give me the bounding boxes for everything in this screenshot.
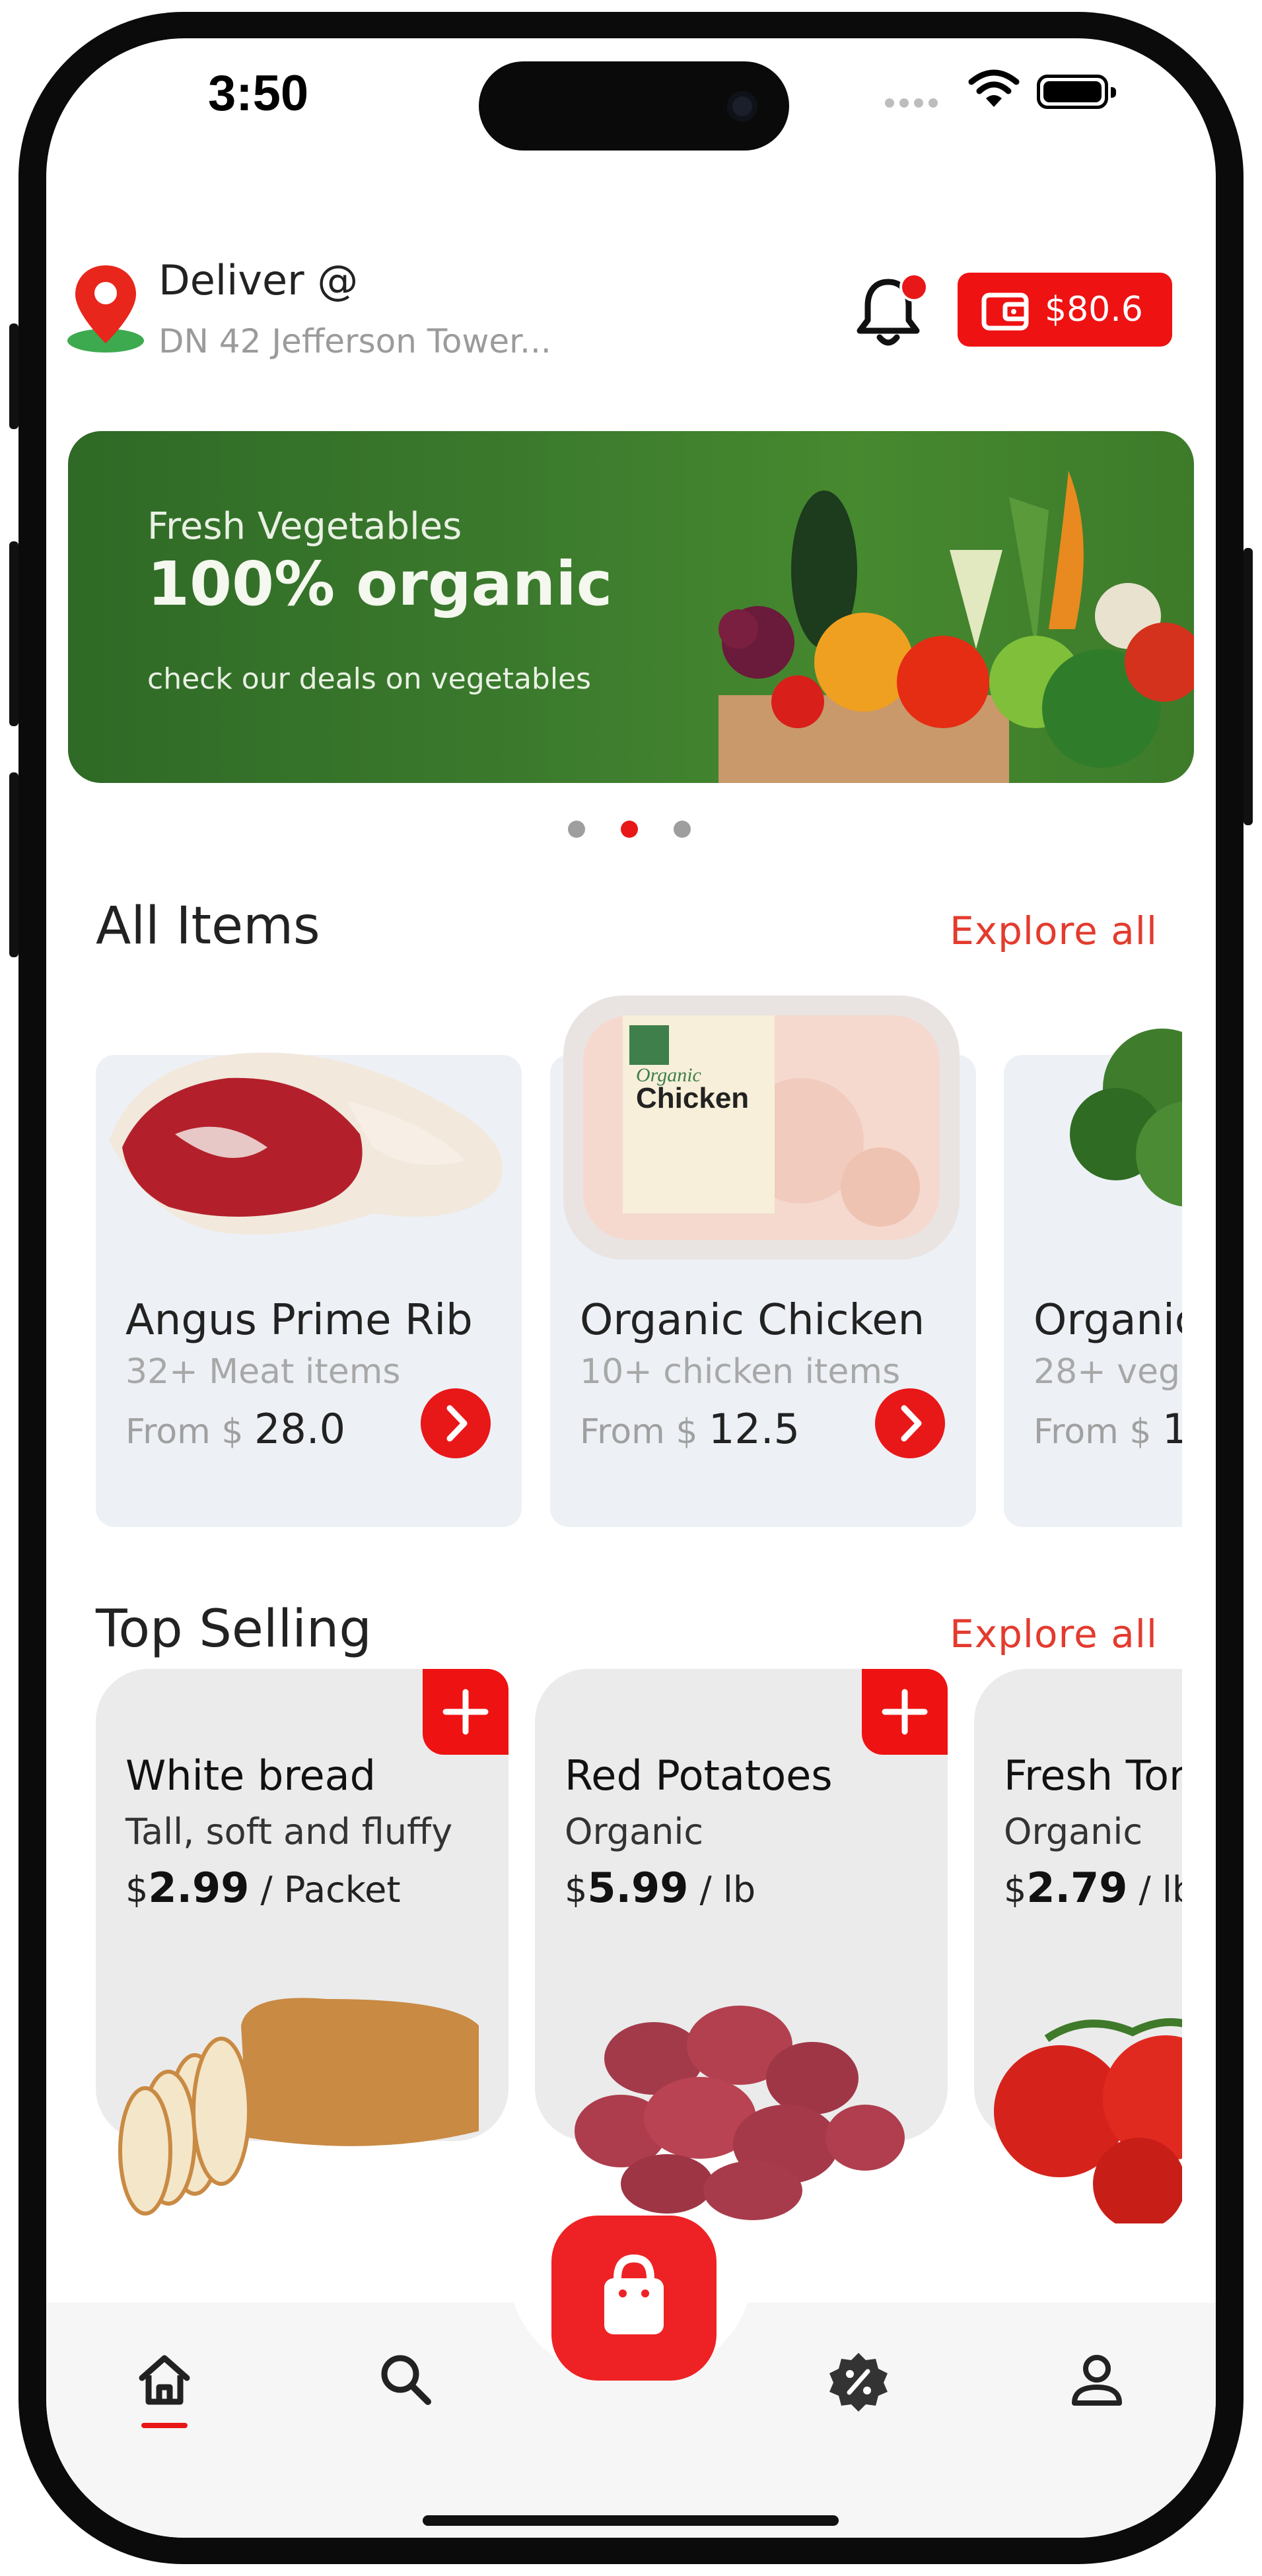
- add-to-cart-button[interactable]: [423, 1669, 508, 1755]
- banner-title: 100% organic: [147, 549, 613, 619]
- power-button: [1244, 548, 1253, 825]
- wifi-icon: [968, 69, 1020, 107]
- category-price: From $ 12.5: [580, 1405, 800, 1453]
- chevron-right-icon: [901, 1405, 922, 1442]
- category-card-clip: Organic 28+ vege From $ 1.5: [1004, 976, 1182, 1570]
- deliver-label: Deliver @: [158, 256, 359, 304]
- page-dot-active[interactable]: [621, 821, 638, 838]
- home-icon[interactable]: [134, 2349, 195, 2410]
- category-count: 10+ chicken items: [580, 1352, 901, 1392]
- location-pin-icon: [67, 265, 144, 353]
- all-items-explore-link[interactable]: Explore all: [950, 908, 1158, 953]
- top-selling-explore-link[interactable]: Explore all: [950, 1611, 1158, 1656]
- product-description: Organic: [1004, 1811, 1143, 1852]
- camera-icon: [727, 91, 757, 121]
- product-name: Red Potatoes: [565, 1751, 833, 1800]
- product-description: Tall, soft and fluffy: [125, 1811, 453, 1852]
- cart-bag-icon: [604, 2254, 664, 2334]
- white-bread-image: [118, 1998, 479, 2216]
- category-card[interactable]: Organic 28+ vege From $ 1.5: [1004, 1029, 1182, 1527]
- all-items-title: All Items: [96, 897, 320, 956]
- wallet-icon: [981, 292, 1029, 331]
- category-name: Organic: [1034, 1296, 1182, 1345]
- tomatoes-image: [994, 2018, 1182, 2223]
- page-dot[interactable]: [674, 821, 691, 838]
- category-arrow-button[interactable]: [875, 1388, 945, 1458]
- product-name: Fresh Tor: [1004, 1751, 1182, 1800]
- side-button: [9, 323, 18, 429]
- product-price: $2.79 / lb: [1004, 1864, 1182, 1912]
- wallet-button[interactable]: $80.6: [958, 273, 1172, 347]
- search-icon[interactable]: [375, 2349, 436, 2410]
- category-price: From $ 28.0: [125, 1405, 346, 1453]
- product-price: $2.99 / Packet: [125, 1864, 401, 1912]
- product-description: Organic: [565, 1811, 704, 1852]
- banner-pagination[interactable]: [568, 821, 726, 840]
- category-name: Organic Chicken: [580, 1296, 925, 1345]
- status-time: 3:50: [208, 65, 309, 121]
- add-to-cart-button[interactable]: [862, 1669, 948, 1755]
- category-count: 28+ vege: [1034, 1352, 1182, 1392]
- product-card[interactable]: White bread Tall, soft and fluffy $2.99 …: [96, 1669, 508, 2216]
- banner-subtitle: Fresh Vegetables: [147, 505, 462, 548]
- cellular-icon: [885, 98, 943, 110]
- product-price: $5.99 / lb: [565, 1864, 756, 1912]
- cart-fab-button[interactable]: [551, 2216, 717, 2381]
- plus-icon: [442, 1689, 489, 1735]
- notification-badge: [899, 273, 929, 302]
- product-card[interactable]: Red Potatoes Organic $5.99 / lb: [535, 1669, 948, 2220]
- product-card-clip: Fresh Tor Organic $2.79 / lb: [974, 1669, 1182, 2250]
- active-tab-indicator: [141, 2423, 188, 2428]
- product-name: White bread: [125, 1751, 376, 1800]
- product-card[interactable]: Fresh Tor Organic $2.79 / lb: [974, 1669, 1182, 2223]
- dynamic-island: [479, 61, 789, 151]
- red-potatoes-image: [575, 2006, 905, 2220]
- banner-description: check our deals on vegetables: [147, 662, 592, 696]
- svg-text:Organic: Organic: [636, 1064, 701, 1086]
- category-name: Angus Prime Rib: [125, 1296, 473, 1345]
- profile-icon[interactable]: [1067, 2349, 1127, 2410]
- vegetables-image: [719, 471, 1194, 783]
- volume-up-button: [9, 541, 18, 726]
- chicken-pack-image: Chicken Organic: [563, 996, 960, 1260]
- category-card[interactable]: Chicken Organic Organic Chicken 10+ chic…: [550, 996, 976, 1527]
- category-count: 32+ Meat items: [125, 1352, 401, 1392]
- home-indicator[interactable]: [423, 2515, 839, 2526]
- svg-text:Chicken: Chicken: [636, 1082, 749, 1114]
- prime-rib-image: [109, 1052, 503, 1235]
- promo-banner[interactable]: Fresh Vegetables 100% organic check our …: [68, 431, 1194, 783]
- category-card[interactable]: Angus Prime Rib 32+ Meat items From $ 28…: [96, 1052, 522, 1527]
- chevron-right-icon: [446, 1405, 468, 1442]
- wallet-balance: $80.6: [1045, 290, 1143, 329]
- page-dot[interactable]: [568, 821, 585, 838]
- vegetables-category-image: [1070, 1029, 1182, 1207]
- category-price: From $ 1.5: [1034, 1405, 1182, 1453]
- category-arrow-button[interactable]: [421, 1388, 491, 1458]
- battery-icon: [1037, 75, 1116, 109]
- top-selling-title: Top Selling: [96, 1600, 372, 1659]
- discount-icon[interactable]: [825, 2349, 892, 2415]
- plus-icon: [882, 1689, 928, 1735]
- app-screen: 3:50 Deliver @ DN 42 Jefferson Tower... …: [46, 38, 1216, 2538]
- volume-down-button: [9, 772, 18, 957]
- delivery-address[interactable]: DN 42 Jefferson Tower...: [158, 322, 551, 360]
